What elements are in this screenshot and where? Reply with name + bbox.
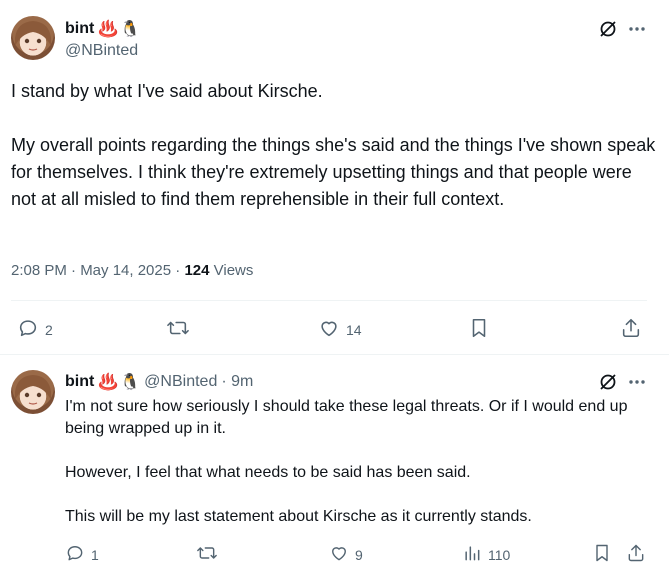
name-emoji: ♨️ 🐧	[98, 19, 140, 39]
repost-icon	[166, 317, 190, 342]
views-label: Views	[213, 262, 254, 279]
reply-count: 1	[91, 546, 99, 563]
views-icon	[462, 543, 482, 566]
penguin-emoji: 🐧	[120, 21, 141, 38]
reply-button[interactable]: 2	[17, 317, 53, 342]
avatar[interactable]	[11, 370, 55, 414]
share-icon	[626, 543, 646, 566]
meta-separator: ·	[175, 262, 181, 279]
reply-tweet-text: I'm not sure how seriously I should take…	[65, 396, 650, 528]
handle[interactable]: @NBinted	[65, 42, 138, 60]
handle-row: @NBinted	[65, 42, 138, 60]
more-icon[interactable]	[626, 18, 648, 40]
repost-button[interactable]	[196, 543, 218, 566]
penguin-emoji: 🐧	[120, 374, 141, 391]
share-button[interactable]	[620, 317, 642, 342]
tweet-paragraph: This will be my last statement about Kir…	[65, 508, 532, 525]
display-name[interactable]: bint	[65, 20, 94, 38]
handle[interactable]: @NBinted	[144, 373, 217, 391]
bookmark-icon	[469, 317, 489, 342]
views-button[interactable]: 110	[462, 543, 510, 566]
repost-icon	[196, 543, 218, 566]
views-count: 124	[184, 262, 210, 279]
like-count: 14	[346, 321, 362, 338]
share-icon	[620, 317, 642, 342]
bookmark-icon	[593, 543, 611, 566]
tweet-meta: 2:08 PM · May 14, 2025 · 124 Views	[11, 262, 253, 279]
more-icon[interactable]	[626, 371, 648, 393]
reply-author-row: bint ♨️ 🐧 @NBinted · 9m	[65, 372, 253, 392]
divider	[11, 300, 647, 301]
reply-icon	[65, 543, 85, 566]
grok-icon[interactable]	[597, 371, 619, 393]
tweet-age[interactable]: · 9m	[221, 373, 253, 391]
reply-count: 2	[45, 321, 53, 338]
views-count: 110	[488, 546, 511, 563]
like-button[interactable]: 9	[329, 543, 363, 566]
repost-button[interactable]	[166, 317, 190, 342]
divider	[0, 354, 669, 355]
share-button[interactable]	[626, 543, 646, 566]
tweet-paragraph: I'm not sure how seriously I should take…	[65, 398, 628, 437]
avatar[interactable]	[11, 16, 55, 60]
hot-springs-emoji: ♨️	[98, 374, 119, 391]
name-emoji: ♨️ 🐧	[98, 372, 140, 392]
grok-icon[interactable]	[597, 18, 619, 40]
tweet-text: I stand by what I've said about Kirsche.…	[11, 78, 656, 213]
hot-springs-emoji: ♨️	[98, 21, 119, 38]
timestamp[interactable]: 2:08 PM · May 14, 2025	[11, 262, 171, 279]
display-name[interactable]: bint	[65, 373, 94, 391]
like-count: 9	[355, 546, 363, 563]
like-icon	[318, 317, 340, 342]
reply-button[interactable]: 1	[65, 543, 99, 566]
like-icon	[329, 543, 349, 566]
like-button[interactable]: 14	[318, 317, 362, 342]
tweet-paragraph: My overall points regarding the things s…	[11, 135, 656, 209]
tweet-paragraph: However, I feel that what needs to be sa…	[65, 464, 471, 481]
author-name-row: bint ♨️ 🐧	[65, 19, 140, 39]
reply-icon	[17, 317, 39, 342]
bookmark-button[interactable]	[469, 317, 489, 342]
bookmark-button[interactable]	[593, 543, 611, 566]
tweet-paragraph: I stand by what I've said about Kirsche.	[11, 81, 323, 101]
